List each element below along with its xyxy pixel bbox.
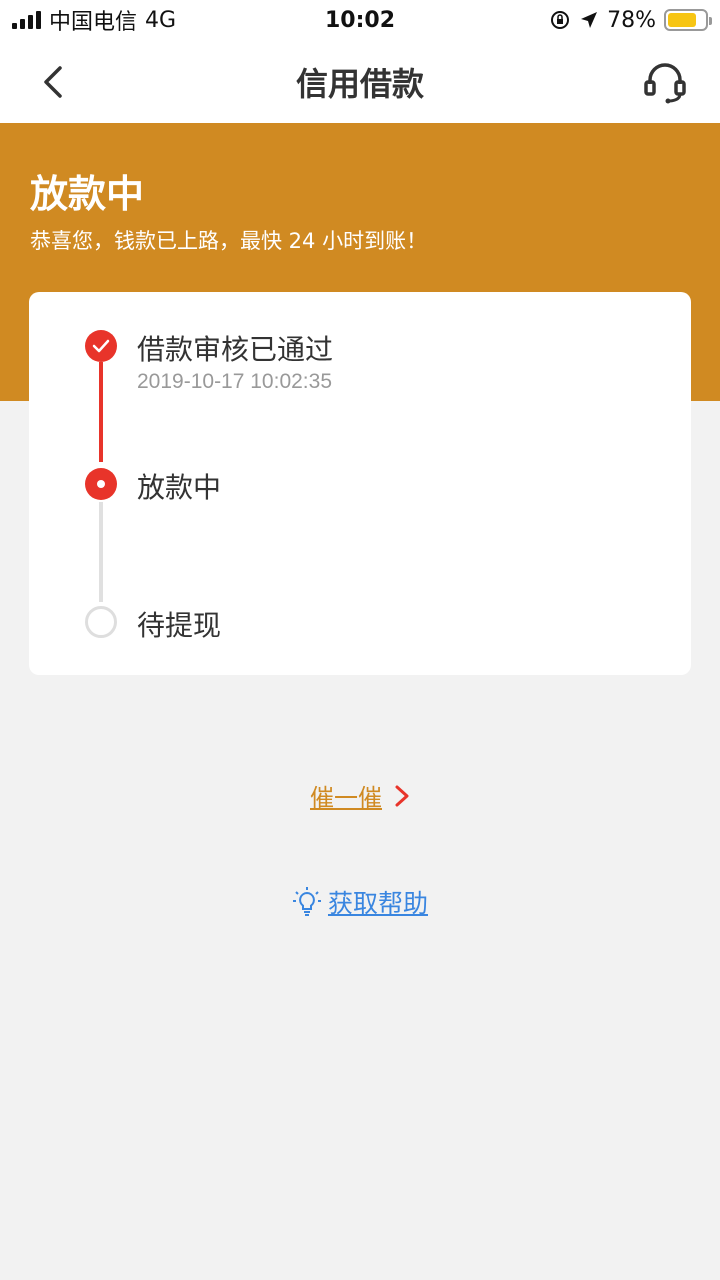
status-bar: 中国电信 4G 10:02 78%: [0, 0, 720, 40]
progress-card: 借款审核已通过 2019-10-17 10:02:35 放款中 待提现: [29, 292, 691, 675]
customer-service-button[interactable]: [640, 58, 690, 108]
carrier-label: 中国电信: [49, 10, 138, 35]
rotation-lock-icon: [551, 11, 570, 29]
nav-bar: 信用借款: [0, 40, 720, 123]
chevron-left-icon: [44, 66, 62, 98]
step-connector-done: [99, 362, 103, 462]
status-title: 放款中: [30, 172, 145, 216]
status-left: 中国电信 4G: [12, 4, 176, 36]
location-icon: [581, 12, 598, 28]
help-action: 获取帮助: [0, 884, 720, 920]
step-connector-pending: [99, 502, 103, 602]
page-title: 信用借款: [295, 64, 424, 103]
signal-icon: [12, 11, 41, 29]
battery-percent: 78%: [607, 7, 656, 33]
urge-link[interactable]: 催一催: [310, 778, 382, 813]
check-icon: [92, 339, 110, 353]
step-title-approved: 借款审核已通过: [137, 333, 334, 366]
status-time: 10:02: [324, 7, 396, 33]
status-subtitle: 恭喜您，钱款已上路，最快 24 小时到账！: [30, 229, 428, 253]
step-done-dot: [85, 330, 117, 362]
status-right: 78%: [549, 7, 712, 33]
chevron-right-icon[interactable]: [394, 784, 410, 808]
step-date-approved: 2019-10-17 10:02:35: [137, 370, 332, 393]
battery-fill: [668, 13, 697, 27]
headset-icon: [644, 63, 686, 104]
step-title-withdraw: 待提现: [137, 609, 222, 642]
current-dot-inner: [97, 480, 105, 488]
help-link[interactable]: 获取帮助: [328, 884, 428, 920]
step-current-dot: [85, 468, 117, 500]
battery-icon: [664, 9, 712, 31]
step-pending-dot: [85, 606, 117, 638]
lightbulb-icon: [292, 887, 321, 916]
step-title-disbursing: 放款中: [137, 471, 222, 504]
loan-status-page: 中国电信 4G 10:02 78% 信用借款 放款中 恭喜您，钱款已上路，最快 …: [0, 0, 720, 1280]
network-label: 4G: [145, 7, 177, 33]
back-button[interactable]: [30, 60, 74, 104]
urge-action: 催一催: [0, 778, 720, 813]
